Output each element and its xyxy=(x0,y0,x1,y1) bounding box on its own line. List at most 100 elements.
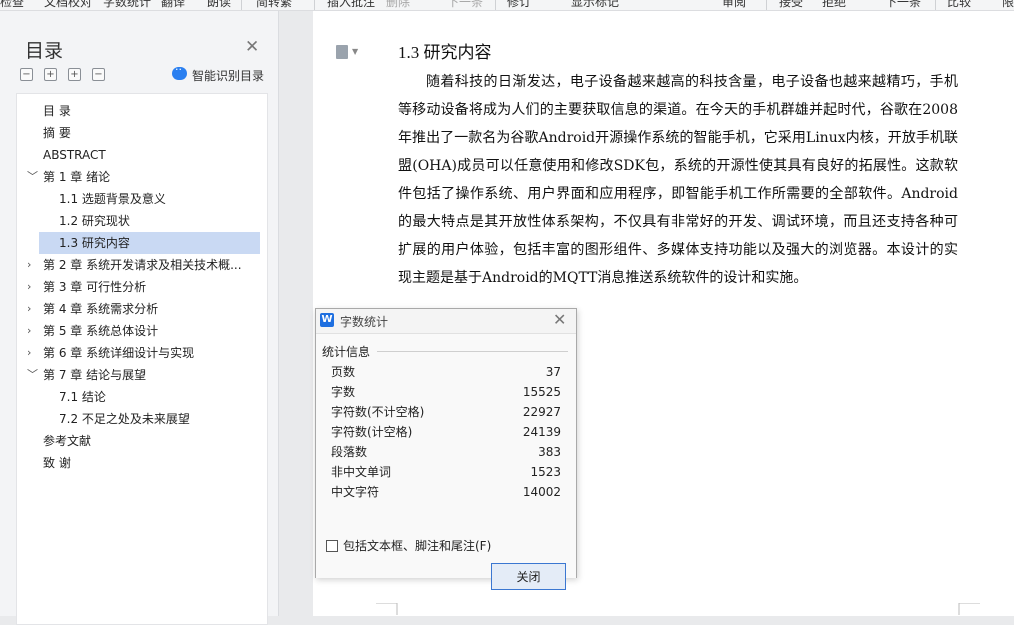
toolbar-compare[interactable]: 比较 xyxy=(947,0,971,10)
stat-row: 非中文单词 1523 xyxy=(331,462,561,482)
stats-group-label: 统计信息 xyxy=(322,345,371,359)
stat-value: 14002 xyxy=(522,485,561,499)
toc-item-label: 摘 要 xyxy=(43,126,71,140)
toc-item[interactable]: › 第 2 章 系统开发请求及相关技术概... xyxy=(17,254,267,276)
stat-label: 字符数(不计空格) xyxy=(331,405,425,419)
toc-item[interactable]: 目 录 xyxy=(17,100,267,122)
toolbar-word-count[interactable]: 字数统计 xyxy=(103,0,151,10)
toolbar-next-change[interactable]: 下一条 xyxy=(885,0,921,10)
toolbar-simp-to-trad[interactable]: 简转繁 xyxy=(256,0,292,10)
toc-item[interactable]: › 第 4 章 系统需求分析 xyxy=(17,298,267,320)
toc-item[interactable]: › 第 6 章 系统详细设计与实现 xyxy=(17,342,267,364)
paragraph-line: 盟(OHA)成员可以任意使用和修改SDK包，系统的开源性使其具有良好的拓展性。这… xyxy=(398,158,958,174)
toc-item-label: 第 1 章 绪论 xyxy=(43,170,111,184)
toolbar-delete-comment[interactable]: 删除 xyxy=(386,0,410,10)
chevron-right-icon[interactable]: › xyxy=(27,276,31,298)
toc-item[interactable]: 致 谢 xyxy=(17,452,267,474)
document-icon[interactable] xyxy=(336,45,348,59)
toc-panel: 目录 ✕ − + + − 智能识别目录 目 录 摘 要 ABSTRACT ﹀ 第 … xyxy=(0,11,279,625)
toolbar-show-markup[interactable]: 显示标记 xyxy=(571,0,619,10)
body-paragraph[interactable]: 随着科技的日渐发达，电子设备越来越高的科技含量，电子设备也越来越精巧，手机 等移… xyxy=(398,68,958,292)
toc-item[interactable]: › 第 3 章 可行性分析 xyxy=(17,276,267,298)
toolbar-accept[interactable]: 接受 xyxy=(779,0,803,10)
chevron-down-icon[interactable]: ﹀ xyxy=(27,364,38,386)
dialog-body: 统计信息 页数 37 字数 15525 字符数(不计空格) 22927 字符数(… xyxy=(316,333,576,590)
toc-item[interactable]: 7.1 结论 xyxy=(17,386,267,408)
toc-item[interactable]: › 第 5 章 系统总体设计 xyxy=(17,320,267,342)
toc-list: 目 录 摘 要 ABSTRACT ﹀ 第 1 章 绪论 1.1 选题背景及意义 1… xyxy=(16,93,268,625)
toolbar-review[interactable]: 审阅 xyxy=(722,0,746,10)
stat-value: 22927 xyxy=(522,405,561,419)
toc-item[interactable]: 参考文献 xyxy=(17,430,267,452)
close-icon[interactable]: ✕ xyxy=(553,310,566,329)
toolbar-reject[interactable]: 拒绝 xyxy=(822,0,846,10)
toolbar-proofread[interactable]: 文档校对 xyxy=(44,0,92,10)
toc-item-label: 目 录 xyxy=(43,104,71,118)
paragraph-line: 现主题是基于Android的MQTT消息推送系统软件的设计和实施。 xyxy=(398,270,808,286)
include-textbox-footnote-checkbox[interactable] xyxy=(326,540,338,552)
toc-item[interactable]: 1.1 选题背景及意义 xyxy=(17,188,267,210)
stat-row: 段落数 383 xyxy=(331,442,561,462)
paragraph-line: 年推出了一款名为谷歌Android开源操作系统的智能手机，它采用Linux内核，… xyxy=(398,130,958,146)
chevron-down-icon[interactable]: ﹀ xyxy=(27,166,38,188)
stat-row: 字符数(不计空格) 22927 xyxy=(331,402,561,422)
toc-item-label: 第 7 章 结论与展望 xyxy=(43,368,147,382)
stat-value: 383 xyxy=(538,445,561,459)
chevron-right-icon[interactable]: › xyxy=(27,342,31,364)
chevron-right-icon[interactable]: › xyxy=(27,320,31,342)
toolbar-track-changes[interactable]: 修订 xyxy=(507,0,531,10)
toc-item[interactable]: 1.2 研究现状 xyxy=(17,210,267,232)
toc-item-label: 1.3 研究内容 xyxy=(59,236,130,250)
stat-label: 中文字符 xyxy=(331,485,380,499)
wps-logo-icon: W xyxy=(320,313,334,327)
toc-item[interactable]: ﹀ 第 7 章 结论与展望 xyxy=(17,364,267,386)
toolbar-check[interactable]: 检查 xyxy=(0,0,24,10)
chevron-right-icon[interactable]: › xyxy=(27,254,31,276)
chevron-right-icon[interactable]: › xyxy=(27,298,31,320)
toolbar-insert-comment[interactable]: 插入批注 xyxy=(327,0,375,10)
toc-item-selected[interactable]: 1.3 研究内容 xyxy=(39,232,260,254)
close-icon[interactable]: ✕ xyxy=(245,37,259,57)
toc-item[interactable]: 摘 要 xyxy=(17,122,267,144)
smart-recognize-icon[interactable] xyxy=(172,63,187,80)
toc-item-label: 第 6 章 系统详细设计与实现 xyxy=(43,346,195,360)
section-heading[interactable]: 1.3 研究内容 xyxy=(398,38,492,63)
paragraph-line: 扩展的用户体验，包括丰富的图形组件、多媒体支持功能以及强大的浏览器。本设计的实 xyxy=(398,242,958,258)
paragraph-line: 等移动设备将成为人们的主要获取信息的渠道。在今天的手机群雄并起时代，谷歌在200… xyxy=(398,102,958,118)
smart-recognize-toc-button[interactable]: 智能识别目录 xyxy=(192,67,264,84)
page-corner-mark xyxy=(958,603,980,615)
stat-row: 页数 37 xyxy=(331,362,561,382)
toc-item-label: 第 2 章 系统开发请求及相关技术概... xyxy=(43,258,242,272)
close-button[interactable]: 关闭 xyxy=(491,563,566,590)
stat-label: 字数 xyxy=(331,385,356,399)
stat-value: 1523 xyxy=(530,465,561,479)
toc-item-label: 参考文献 xyxy=(43,434,92,448)
stat-row: 中文字符 14002 xyxy=(331,482,561,502)
word-count-dialog: W 字数统计 ✕ 统计信息 页数 37 字数 15525 字符数(不计空格) 2… xyxy=(315,308,577,590)
page-corner-mark xyxy=(376,603,398,615)
checkbox-label[interactable]: 包括文本框、脚注和尾注(F) xyxy=(343,537,491,554)
paragraph-line: 件包括了操作系统、用户界面和应用程序，即智能手机工作所需要的全部软件。Andro… xyxy=(398,186,958,202)
toc-item-label: 第 4 章 系统需求分析 xyxy=(43,302,159,316)
toc-item[interactable]: 7.2 不足之处及未来展望 xyxy=(17,408,267,430)
remove-heading-icon[interactable]: − xyxy=(92,68,105,81)
toc-item-label: ABSTRACT xyxy=(43,148,106,162)
toc-item-label: 致 谢 xyxy=(43,456,71,470)
add-heading-icon[interactable]: + xyxy=(68,68,81,81)
toolbar-restrict[interactable]: 限 xyxy=(1002,0,1014,10)
group-divider xyxy=(377,351,568,352)
toc-item-label: 1.2 研究现状 xyxy=(59,214,130,228)
toolbar-next-comment[interactable]: 下一条 xyxy=(447,0,483,10)
paragraph-line: 随着科技的日渐发达，电子设备越来越高的科技含量，电子设备也越来越精巧，手机 xyxy=(426,74,958,90)
stat-value: 15525 xyxy=(522,385,561,399)
toolbar-translate[interactable]: 翻译 xyxy=(161,0,185,10)
toolbar-read-aloud[interactable]: 朗读 xyxy=(207,0,231,10)
toc-item[interactable]: ABSTRACT xyxy=(17,144,267,166)
dialog-title: 字数统计 xyxy=(340,315,389,329)
stat-row: 字数 15525 xyxy=(331,382,561,402)
expand-level-icon[interactable]: + xyxy=(44,68,57,81)
caret-down-icon[interactable]: ▼ xyxy=(352,47,358,56)
stat-row: 字符数(计空格) 24139 xyxy=(331,422,561,442)
toc-item[interactable]: ﹀ 第 1 章 绪论 xyxy=(17,166,267,188)
collapse-all-icon[interactable]: − xyxy=(20,68,33,81)
